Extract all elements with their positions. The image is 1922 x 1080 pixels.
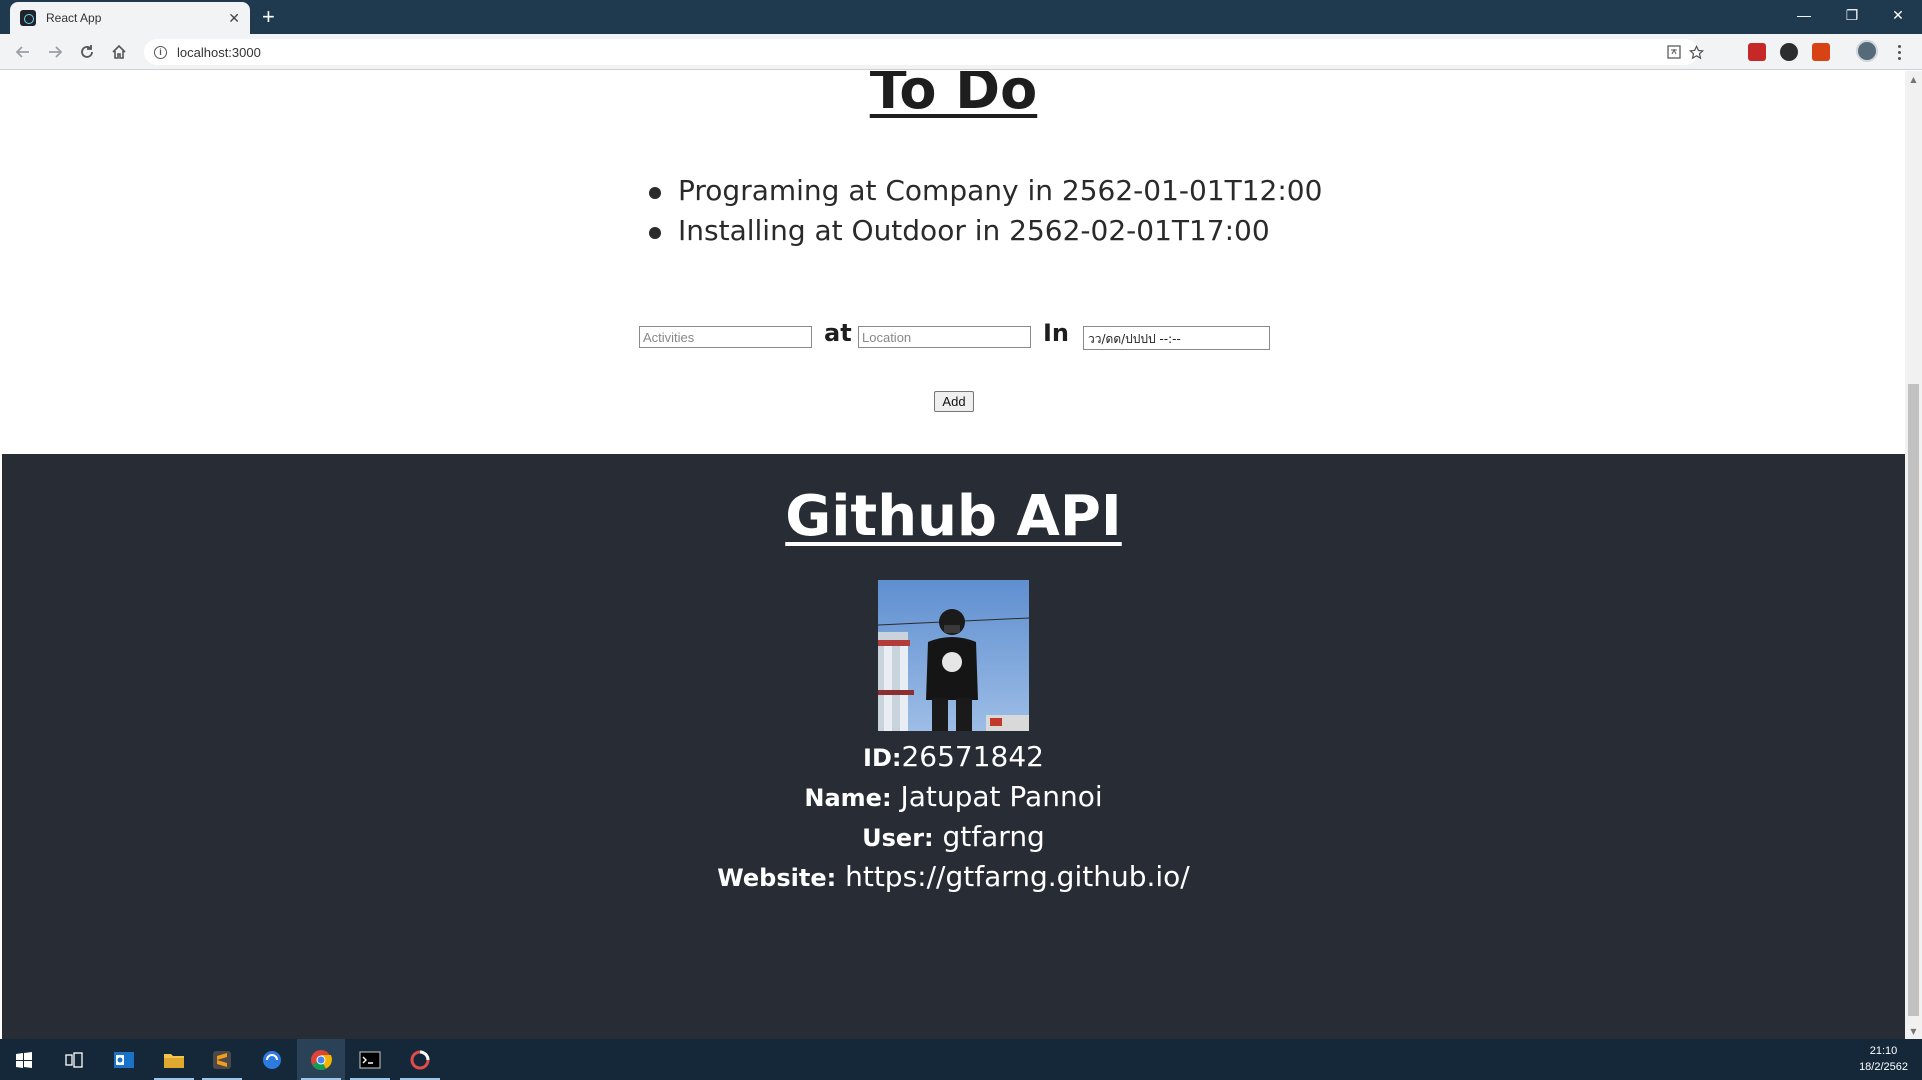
back-icon[interactable] <box>12 41 34 63</box>
reload-icon[interactable] <box>76 41 98 63</box>
scroll-thumb[interactable] <box>1908 384 1919 1016</box>
github-user-row: User: gtfarng <box>2 817 1905 857</box>
github-website-row: Website: https://gtfarng.github.io/ <box>2 857 1905 897</box>
extension-dark-icon[interactable] <box>1780 43 1798 61</box>
file-explorer-icon[interactable] <box>150 1039 198 1080</box>
website-value: https://gtfarng.github.io/ <box>836 860 1190 893</box>
github-avatar <box>878 580 1029 731</box>
page-content: To Do Programing at Company in 2562-01-0… <box>2 71 1905 1039</box>
user-label: User: <box>862 824 934 852</box>
tab-react-app[interactable]: React App ✕ <box>10 2 250 34</box>
page-viewport: To Do Programing at Company in 2562-01-0… <box>0 71 1922 1039</box>
info-icon[interactable]: i <box>154 45 167 59</box>
chrome-icon[interactable] <box>297 1039 345 1080</box>
id-value: 26571842 <box>901 740 1044 773</box>
github-name-row: Name: Jatupat Pannoi <box>2 777 1905 817</box>
github-id-row: ID:26571842 <box>2 737 1905 777</box>
github-section: Github API ID:26571842 Name: Jatupat Pan… <box>2 454 1905 1039</box>
todo-title: To Do <box>869 71 1038 121</box>
at-label: at <box>824 319 852 347</box>
todo-item: Installing at Outdoor in 2562-02-01T17:0… <box>645 211 1322 251</box>
windows-taskbar: 21:10 18/2/2562 <box>0 1039 1922 1080</box>
sublime-text-icon[interactable] <box>198 1039 246 1080</box>
in-label: In <box>1043 319 1070 347</box>
tab-title: React App <box>46 11 102 25</box>
task-view-icon[interactable] <box>50 1039 98 1080</box>
address-bar[interactable]: i localhost:3000 <box>144 39 1704 65</box>
extension-orange-icon[interactable] <box>1812 43 1830 61</box>
forward-icon[interactable] <box>44 41 66 63</box>
browser-blue-icon[interactable] <box>248 1039 296 1080</box>
home-icon[interactable] <box>108 41 130 63</box>
github-title: Github API <box>785 484 1122 549</box>
todo-item: Programing at Company in 2562-01-01T12:0… <box>645 171 1322 211</box>
browser-tabbar: React App ✕ + — ❐ ✕ <box>0 0 1922 34</box>
close-window-button[interactable]: ✕ <box>1876 0 1920 30</box>
scroll-up-icon[interactable]: ▲ <box>1905 71 1922 87</box>
clock-date: 18/2/2562 <box>1859 1061 1908 1073</box>
location-input[interactable] <box>858 326 1031 348</box>
bookmark-star-icon[interactable] <box>1684 39 1708 65</box>
activities-input[interactable] <box>639 326 812 348</box>
outlook-icon[interactable] <box>100 1039 148 1080</box>
restore-button[interactable]: ❐ <box>1830 0 1874 30</box>
todo-section: To Do Programing at Company in 2562-01-0… <box>2 71 1905 454</box>
scroll-down-icon[interactable]: ▼ <box>1905 1023 1922 1039</box>
windows-start-icon[interactable] <box>0 1039 48 1080</box>
tab-close-icon[interactable]: ✕ <box>228 10 240 27</box>
url-text[interactable]: localhost:3000 <box>177 45 261 60</box>
name-value: Jatupat Pannoi <box>891 780 1103 813</box>
system-clock[interactable]: 21:10 18/2/2562 <box>1859 1043 1908 1075</box>
menu-dots-icon[interactable] <box>1893 40 1905 64</box>
translate-icon[interactable] <box>1662 39 1686 65</box>
todo-list: Programing at Company in 2562-01-01T12:0… <box>645 171 1322 251</box>
new-tab-button[interactable]: + <box>262 4 275 30</box>
app-red-icon[interactable] <box>396 1039 444 1080</box>
react-favicon-icon <box>20 10 36 26</box>
clock-time: 21:10 <box>1869 1045 1898 1057</box>
browser-toolbar: i localhost:3000 <box>0 34 1922 70</box>
id-label: ID: <box>863 744 902 772</box>
add-button[interactable]: Add <box>934 391 974 412</box>
github-profile-info: ID:26571842 Name: Jatupat Pannoi User: g… <box>2 737 1905 897</box>
user-value: gtfarng <box>933 820 1045 853</box>
profile-avatar-icon[interactable] <box>1856 40 1878 62</box>
minimize-button[interactable]: — <box>1782 0 1826 30</box>
extension-red-icon[interactable] <box>1748 43 1766 61</box>
datetime-input[interactable]: วว/ดด/ปปปป --:-- <box>1083 326 1270 350</box>
vertical-scrollbar[interactable]: ▲ ▼ <box>1905 71 1922 1039</box>
terminal-icon[interactable] <box>346 1039 394 1080</box>
name-label: Name: <box>804 784 892 812</box>
website-label: Website: <box>717 864 837 892</box>
